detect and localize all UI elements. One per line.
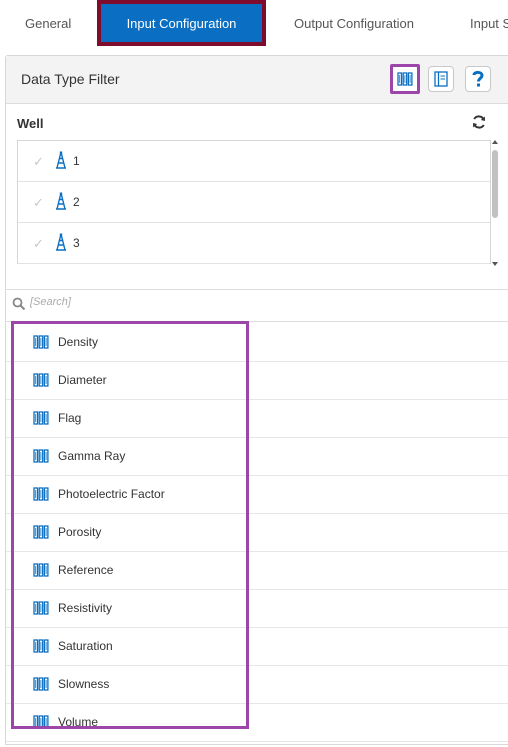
well-derrick-icon xyxy=(56,233,66,251)
well-list-item[interactable]: ✓ 3 xyxy=(18,223,490,264)
scroll-thumb[interactable] xyxy=(492,150,498,218)
data-type-label: Density xyxy=(58,335,99,349)
well-label: Well xyxy=(17,116,44,131)
well-derrick-icon xyxy=(56,151,66,169)
panel-title: Data Type Filter xyxy=(21,71,120,87)
well-name: 3 xyxy=(73,236,80,250)
help-button[interactable] xyxy=(465,66,491,92)
data-type-item[interactable]: Photoelectric Factor xyxy=(6,476,508,514)
scroll-up-arrow-icon[interactable] xyxy=(492,140,498,144)
data-type-icon xyxy=(33,525,49,539)
data-type-label: Flag xyxy=(58,411,82,425)
log-view-button[interactable] xyxy=(428,66,454,92)
tab-general[interactable]: General xyxy=(25,0,71,48)
data-type-view-button[interactable] xyxy=(390,64,420,94)
data-type-label: Diameter xyxy=(58,373,107,387)
well-list-scrollbar[interactable] xyxy=(491,140,500,268)
data-type-label: Porosity xyxy=(58,525,102,539)
refresh-icon[interactable] xyxy=(471,114,487,130)
data-type-icon xyxy=(33,677,49,691)
tab-input-configuration[interactable]: Input Configuration xyxy=(97,0,266,46)
search-icon xyxy=(12,297,26,311)
data-type-item[interactable]: Porosity xyxy=(6,514,508,552)
well-list-item[interactable]: ✓ 1 xyxy=(18,141,490,182)
scroll-down-arrow-icon[interactable] xyxy=(492,262,498,266)
tab-output-configuration[interactable]: Output Configuration xyxy=(294,0,414,48)
data-type-item[interactable]: Gamma Ray xyxy=(6,438,508,476)
tab-bar: General Input Configuration Output Confi… xyxy=(0,0,508,48)
data-type-icon xyxy=(33,715,49,729)
data-type-item[interactable]: Resistivity xyxy=(6,590,508,628)
data-type-item[interactable]: Saturation xyxy=(6,628,508,666)
data-type-item[interactable]: Flag xyxy=(6,400,508,438)
data-type-icon xyxy=(33,373,49,387)
well-name: 1 xyxy=(73,154,80,168)
data-type-item[interactable]: Density xyxy=(6,324,508,362)
check-icon[interactable]: ✓ xyxy=(33,154,44,170)
well-name: 2 xyxy=(73,195,80,209)
data-type-label: Saturation xyxy=(58,639,113,653)
tab-input-settings[interactable]: Input S xyxy=(470,0,508,48)
data-type-icon xyxy=(33,601,49,615)
data-type-label: Photoelectric Factor xyxy=(58,487,165,501)
data-type-icon xyxy=(33,563,49,577)
well-list: ✓ 1 ✓ 2 ✓ 3 xyxy=(17,140,491,264)
data-type-item[interactable]: Slowness xyxy=(6,666,508,704)
data-type-icon xyxy=(33,411,49,425)
check-icon[interactable]: ✓ xyxy=(33,236,44,252)
well-list-item[interactable]: ✓ 2 xyxy=(18,182,490,223)
data-type-filter-panel: Data Type Filter Well ✓ 1 ✓ 2 ✓ 3 [Searc… xyxy=(5,55,508,745)
data-type-icon xyxy=(33,449,49,463)
data-type-list: Density Diameter Flag Gamma Ray Photoelectri… xyxy=(6,324,508,742)
search-bar xyxy=(6,290,508,322)
data-type-item[interactable]: Diameter xyxy=(6,362,508,400)
data-type-icon xyxy=(33,487,49,501)
data-type-icon xyxy=(397,72,413,86)
data-type-label: Gamma Ray xyxy=(58,449,126,463)
data-type-label: Volume xyxy=(58,715,99,729)
data-type-label: Resistivity xyxy=(58,601,113,615)
well-derrick-icon xyxy=(56,192,66,210)
data-type-item[interactable]: Reference xyxy=(6,552,508,590)
data-type-label: Slowness xyxy=(58,677,110,691)
log-icon xyxy=(434,71,448,87)
check-icon[interactable]: ✓ xyxy=(33,195,44,211)
data-type-label: Reference xyxy=(58,563,114,577)
help-icon xyxy=(472,70,484,87)
data-type-item[interactable]: Volume xyxy=(6,704,508,742)
data-type-icon xyxy=(33,335,49,349)
panel-header: Data Type Filter xyxy=(6,56,508,104)
data-type-icon xyxy=(33,639,49,653)
search-input[interactable] xyxy=(30,296,330,308)
